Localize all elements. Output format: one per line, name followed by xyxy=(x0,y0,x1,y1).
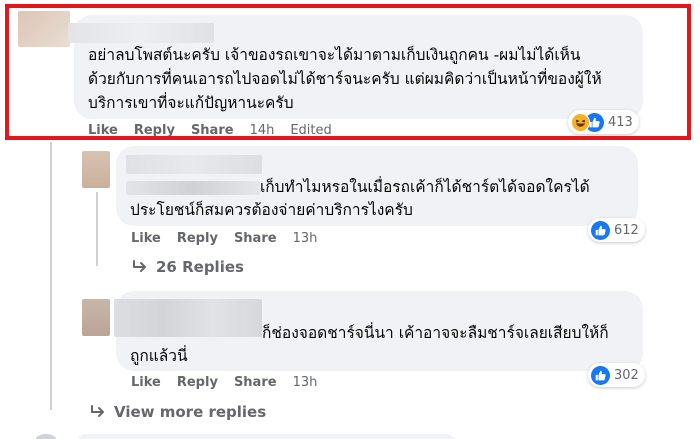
commenter-name[interactable] xyxy=(126,155,262,174)
reaction-badge[interactable]: 413 xyxy=(568,110,639,134)
comment-text-line: ประโยชน์ก็สมควรต้องจ่ายค่าบริการไงครับ xyxy=(130,201,413,219)
reply-action[interactable]: Reply xyxy=(134,123,175,138)
thread-line xyxy=(50,142,52,410)
reply-action[interactable]: Reply xyxy=(177,375,218,390)
reply-arrow-icon xyxy=(91,405,104,417)
comment-text-line: ถูกแล้วนี่ xyxy=(130,347,188,365)
like-action[interactable]: Like xyxy=(131,375,161,390)
comment-timestamp[interactable]: 13h xyxy=(293,375,318,390)
comment-bubble xyxy=(76,434,456,439)
view-replies-link[interactable]: 26 Replies xyxy=(132,258,244,276)
share-action[interactable]: Share xyxy=(234,231,277,246)
edited-label: Edited xyxy=(290,122,332,138)
comment-text-line: ด้วยกับการที่คนเอารถไปจอดไม่ได้ชาร์จนะคร… xyxy=(88,70,602,88)
commenter-avatar[interactable] xyxy=(82,299,110,336)
like-icon xyxy=(591,220,610,240)
comment-text-line: อย่าลบโพสต์นะครับ เจ้าของรถเขาจะได้มาตาม… xyxy=(88,46,581,64)
view-more-replies-link[interactable]: View more replies xyxy=(90,403,266,421)
commenter-name-extra xyxy=(126,181,260,195)
commenter-avatar[interactable] xyxy=(18,11,70,47)
reply-action[interactable]: Reply xyxy=(177,231,218,246)
comment-actions: Like Reply Share 14h Edited xyxy=(88,122,348,138)
comment-actions: Like Reply Share 13h xyxy=(131,375,317,390)
comment-text-line: เก็บทำไมหรอในเมื่อรถเค้าก็ได้ชาร์ตได้จอด… xyxy=(260,178,590,196)
comment-text-line: ก็ช่องจอดชาร์จนี่นา เค้าอาจจะลืมชาร์จเลย… xyxy=(262,324,609,342)
haha-icon xyxy=(571,112,590,132)
like-icon xyxy=(591,365,610,385)
thread-line xyxy=(96,192,98,266)
like-action[interactable]: Like xyxy=(131,231,161,246)
share-action[interactable]: Share xyxy=(234,375,277,390)
view-more-replies-label[interactable]: View more replies xyxy=(114,403,266,421)
share-action[interactable]: Share xyxy=(191,123,234,138)
reaction-badge[interactable]: 612 xyxy=(588,218,645,242)
comment-timestamp[interactable]: 13h xyxy=(293,231,318,246)
comment-timestamp[interactable]: 14h xyxy=(250,123,275,138)
replies-count-label[interactable]: 26 Replies xyxy=(156,258,244,276)
reaction-count: 612 xyxy=(614,222,639,238)
reply-arrow-icon xyxy=(133,260,146,272)
commenter-avatar[interactable] xyxy=(82,151,110,188)
comment-actions: Like Reply Share 13h xyxy=(131,231,317,246)
commenter-name[interactable] xyxy=(114,299,262,337)
reaction-count: 413 xyxy=(608,114,633,130)
commenter-avatar[interactable] xyxy=(36,434,56,439)
commenter-name[interactable] xyxy=(68,23,214,43)
reaction-count: 302 xyxy=(614,367,639,383)
reaction-badge[interactable]: 302 xyxy=(588,363,645,387)
like-action[interactable]: Like xyxy=(88,123,118,138)
comment-text-line: บริการเขาที่จะแก้ปัญหานะครับ xyxy=(88,94,294,112)
